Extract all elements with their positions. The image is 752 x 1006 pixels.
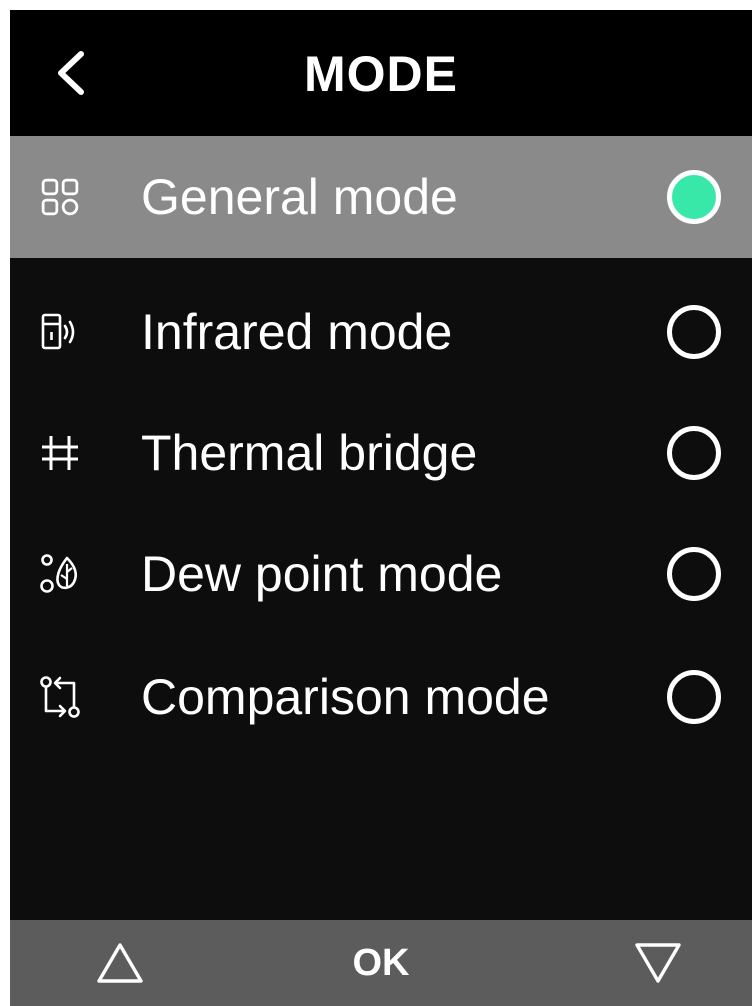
header-bar: MODE: [10, 10, 752, 136]
mode-label: Dew point mode: [141, 546, 503, 602]
mode-label: General mode: [141, 169, 458, 225]
back-button[interactable]: [48, 48, 92, 98]
mode-item-thermal-bridge[interactable]: Thermal bridge: [10, 392, 752, 514]
thermal-bridge-icon: [42, 436, 78, 470]
mode-label: Infrared mode: [141, 304, 453, 360]
mode-item-general[interactable]: General mode: [10, 136, 752, 258]
ok-button[interactable]: OK: [341, 920, 421, 1006]
triangle-down-icon: [635, 943, 681, 983]
mode-item-comparison[interactable]: Comparison mode: [10, 636, 752, 758]
mode-item-dew-point[interactable]: Dew point mode: [10, 513, 752, 635]
infrared-device-icon: [41, 313, 75, 350]
compare-icon: [40, 676, 80, 718]
radio-selected[interactable]: [667, 170, 721, 224]
down-button[interactable]: [618, 920, 698, 1006]
mode-label: Comparison mode: [141, 669, 550, 725]
triangle-up-icon: [97, 943, 143, 983]
mode-screen: MODE General mode Infrared mode Thermal …: [10, 10, 752, 1006]
dew-point-icon: [40, 554, 78, 593]
radio-unselected[interactable]: [667, 305, 721, 359]
chevron-left-icon: [58, 51, 84, 95]
radio-unselected[interactable]: [667, 670, 721, 724]
grid-icon: [41, 178, 79, 216]
page-title: MODE: [304, 46, 458, 102]
up-button[interactable]: [80, 920, 160, 1006]
radio-unselected[interactable]: [667, 426, 721, 480]
mode-item-infrared[interactable]: Infrared mode: [10, 271, 752, 393]
footer-bar: OK: [10, 920, 752, 1006]
radio-unselected[interactable]: [667, 547, 721, 601]
mode-label: Thermal bridge: [141, 425, 478, 481]
